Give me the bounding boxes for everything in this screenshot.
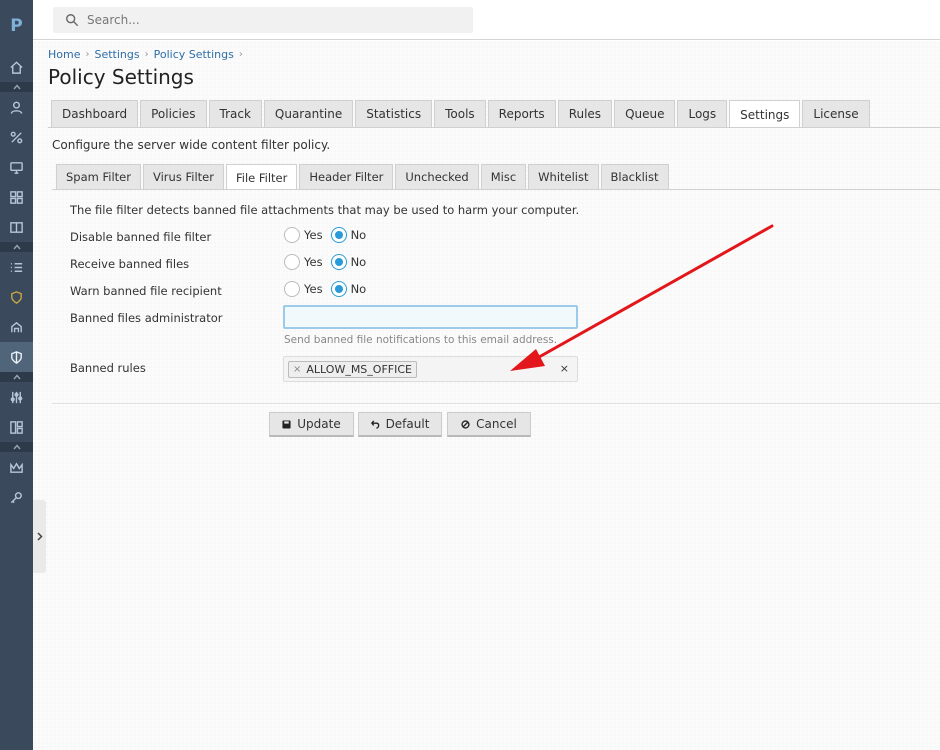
key-icon[interactable]: [0, 482, 33, 512]
search-box[interactable]: [53, 7, 473, 33]
tab-reports[interactable]: Reports: [487, 100, 556, 127]
main-content: Home › Settings › Policy Settings › Poli…: [33, 41, 940, 750]
warn-recipient-yes-radio[interactable]: [284, 281, 300, 297]
receive-banned-yes-radio[interactable]: [284, 254, 300, 270]
receive-banned-radio-group: Yes No: [284, 254, 374, 270]
tab-unchecked[interactable]: Unchecked: [395, 164, 479, 189]
tab-misc[interactable]: Misc: [480, 164, 527, 189]
layout-icon[interactable]: [0, 412, 33, 442]
intro-text: Configure the server wide content filter…: [52, 138, 331, 152]
admin-label: Banned files administrator: [70, 311, 223, 325]
tab-license[interactable]: License: [802, 100, 870, 127]
barn-icon[interactable]: [0, 312, 33, 342]
tab-file-filter[interactable]: File Filter: [225, 164, 298, 190]
receive-banned-label: Receive banned files: [70, 257, 190, 271]
tab-policies[interactable]: Policies: [140, 100, 207, 127]
chevron-up-icon[interactable]: [0, 372, 33, 382]
cancel-button-label: Cancel: [476, 417, 517, 431]
tab-virus-filter[interactable]: Virus Filter: [143, 164, 224, 189]
tab-track[interactable]: Track: [208, 100, 262, 127]
clear-icon[interactable]: ×: [560, 362, 569, 375]
banned-rules-select[interactable]: × ALLOW_MS_OFFICE ×: [283, 356, 578, 382]
sidebar-expand-handle[interactable]: [33, 500, 46, 573]
tab-dashboard[interactable]: Dashboard: [51, 100, 139, 127]
disable-filter-label: Disable banned file filter: [70, 230, 212, 244]
disable-filter-radio-group: Yes No: [284, 227, 374, 243]
warn-recipient-no-radio[interactable]: [330, 281, 347, 297]
divider: [48, 127, 940, 128]
radio-label: Yes: [304, 282, 323, 296]
rule-tag-label: ALLOW_MS_OFFICE: [306, 363, 412, 376]
main-tabs: Dashboard Policies Track Quarantine Stat…: [51, 100, 872, 128]
default-button-label: Default: [385, 417, 430, 431]
breadcrumb-policy-settings[interactable]: Policy Settings: [154, 48, 234, 61]
breadcrumb-home[interactable]: Home: [48, 48, 80, 61]
shield-icon[interactable]: [0, 342, 33, 372]
sliders-icon[interactable]: [0, 382, 33, 412]
tab-tools[interactable]: Tools: [434, 100, 486, 127]
radio-label: No: [350, 255, 367, 269]
chevron-right-icon: [36, 532, 43, 541]
sidebar: P: [0, 0, 33, 750]
grid-icon[interactable]: [0, 182, 33, 212]
warn-recipient-label: Warn banned file recipient: [70, 284, 222, 298]
top-bar: [33, 0, 940, 40]
divider: [52, 403, 940, 404]
tab-statistics[interactable]: Statistics: [355, 100, 433, 127]
save-icon: [282, 419, 291, 429]
rules-label: Banned rules: [70, 361, 146, 375]
tab-quarantine[interactable]: Quarantine: [263, 100, 354, 127]
sub-tabs: Spam Filter Virus Filter File Filter Hea…: [56, 164, 671, 190]
tab-blacklist[interactable]: Blacklist: [600, 164, 669, 189]
page-title: Policy Settings: [48, 65, 194, 89]
rule-tag: × ALLOW_MS_OFFICE: [288, 361, 417, 378]
search-icon: [66, 14, 79, 27]
default-button[interactable]: Default: [358, 412, 442, 437]
tab-spam-filter[interactable]: Spam Filter: [56, 164, 141, 189]
receive-banned-no-radio[interactable]: [330, 254, 347, 270]
search-input[interactable]: [87, 13, 457, 27]
breadcrumb-settings[interactable]: Settings: [94, 48, 139, 61]
cancel-button[interactable]: Cancel: [447, 412, 531, 437]
admin-help-text: Send banned file notifications to this e…: [284, 334, 558, 346]
admin-email-field[interactable]: [283, 305, 578, 329]
radio-label: Yes: [304, 255, 323, 269]
tab-queue[interactable]: Queue: [614, 100, 676, 127]
tab-logs[interactable]: Logs: [677, 100, 728, 127]
list-icon[interactable]: [0, 252, 33, 282]
divider: [52, 189, 940, 190]
disable-filter-yes-radio[interactable]: [284, 227, 300, 243]
user-icon[interactable]: [0, 92, 33, 122]
chevron-up-icon[interactable]: [0, 242, 33, 252]
tab-settings[interactable]: Settings: [729, 100, 801, 128]
home-icon[interactable]: [0, 52, 33, 82]
shield-yellow-icon[interactable]: [0, 282, 33, 312]
tab-rules[interactable]: Rules: [557, 100, 613, 127]
book-icon[interactable]: [0, 212, 33, 242]
radio-label: Yes: [304, 228, 323, 242]
tab-header-filter[interactable]: Header Filter: [299, 164, 394, 189]
chevron-right-icon: ›: [85, 49, 90, 60]
tab-whitelist[interactable]: Whitelist: [528, 164, 599, 189]
logo[interactable]: P: [0, 0, 33, 52]
form-description: The file filter detects banned file atta…: [70, 203, 580, 217]
chevron-up-icon[interactable]: [0, 442, 33, 452]
update-button[interactable]: Update: [269, 412, 354, 437]
chevron-right-icon: ›: [144, 49, 149, 60]
percent-icon[interactable]: [0, 122, 33, 152]
breadcrumb: Home › Settings › Policy Settings ›: [48, 48, 248, 61]
remove-tag-icon[interactable]: ×: [293, 364, 301, 375]
radio-label: No: [350, 282, 367, 296]
radio-label: No: [350, 228, 367, 242]
undo-icon: [370, 419, 379, 429]
cancel-icon: [461, 419, 470, 429]
monitor-icon[interactable]: [0, 152, 33, 182]
chevron-up-icon[interactable]: [0, 82, 33, 92]
chevron-right-icon: ›: [238, 49, 243, 60]
warn-recipient-radio-group: Yes No: [284, 281, 374, 297]
update-button-label: Update: [297, 417, 341, 431]
disable-filter-no-radio[interactable]: [330, 227, 347, 243]
crown-icon[interactable]: [0, 452, 33, 482]
